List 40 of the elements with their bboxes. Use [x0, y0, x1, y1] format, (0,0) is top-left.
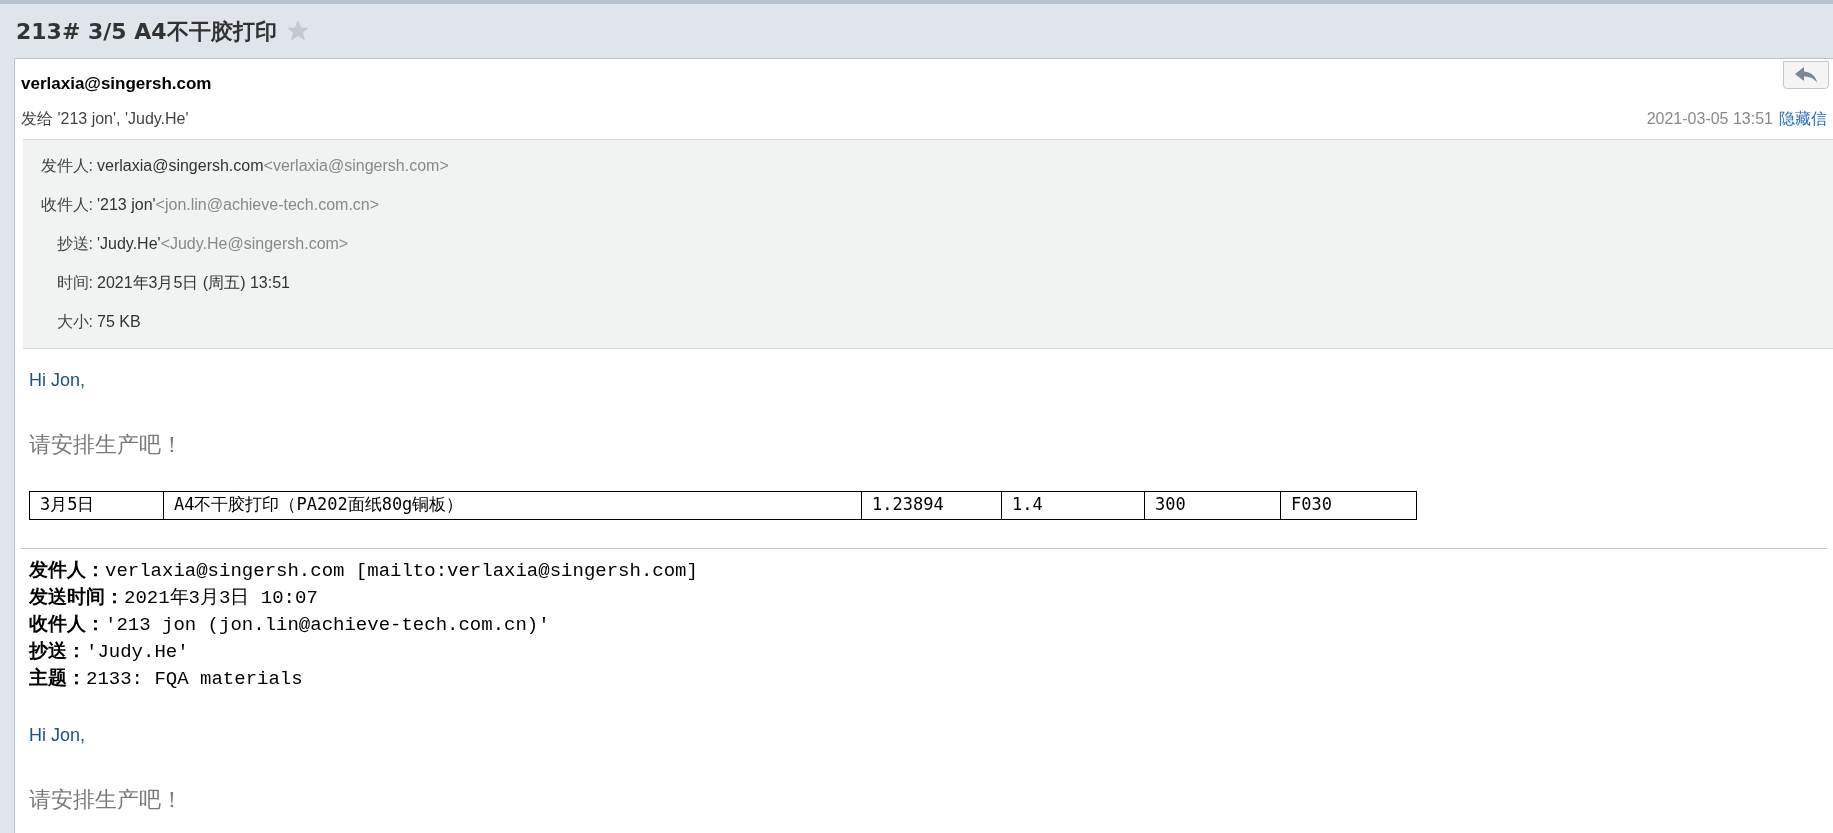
table-cell: F030 — [1280, 491, 1417, 519]
header-label: 发送时间： — [29, 583, 124, 609]
header-value: 2133: FQA materials — [86, 666, 303, 692]
field-value: 'Judy.He' — [97, 233, 161, 254]
request-text: 请安排生产吧！ — [29, 785, 184, 814]
email-address: <verlaxia@singersh.com> — [263, 155, 449, 176]
header-value: '213 jon (jon.lin@achieve-tech.com.cn)' — [105, 612, 550, 638]
field-label: 时间: — [55, 272, 94, 293]
header-label: 抄送： — [29, 637, 86, 663]
greeting-text: Hi Jon, — [29, 723, 87, 747]
field-value: 2021年3月5日 (周五) 13:51 — [97, 272, 290, 293]
reply-button[interactable] — [1783, 61, 1829, 89]
field-value: 75 KB — [97, 311, 141, 332]
recipients-line: 发给 '213 jon', 'Judy.He' — [21, 108, 189, 129]
field-value: verlaxia@singersh.com — [97, 155, 264, 176]
table-cell: 1.23894 — [861, 491, 1002, 519]
header-label: 收件人： — [29, 610, 105, 636]
reply-icon — [1795, 67, 1817, 83]
sender-address: verlaxia@singersh.com — [21, 73, 212, 95]
field-value: '213 jon' — [97, 194, 156, 215]
field-label: 抄送: — [55, 233, 94, 254]
field-label: 收件人: — [39, 194, 94, 215]
sent-date: 2021-03-05 13:51 — [1646, 108, 1773, 129]
field-label: 大小: — [55, 311, 94, 332]
field-label: 发件人: — [39, 155, 94, 176]
table-cell: 3月5日 — [29, 491, 164, 519]
header-label: 发件人： — [29, 556, 105, 582]
header-label: 主题： — [29, 664, 86, 690]
greeting-text: Hi Jon, — [29, 368, 87, 392]
header-value: 'Judy.He' — [86, 639, 189, 665]
hide-details-link[interactable]: 隐藏信 — [1779, 106, 1827, 131]
header-value: 2021年3月3日 10:07 — [124, 585, 318, 611]
email-address: <Judy.He@singersh.com> — [160, 233, 349, 254]
header-value: verlaxia@singersh.com [mailto:verlaxia@singersh.com] — [105, 558, 698, 584]
table-cell: A4不干胶打印（PA202面纸80g铜板） — [163, 491, 862, 519]
request-text: 请安排生产吧！ — [29, 430, 184, 459]
email-address: <jon.lin@achieve-tech.com.cn> — [155, 194, 380, 215]
table-cell: 300 — [1144, 491, 1281, 519]
table-cell: 1.4 — [1001, 491, 1145, 519]
email-subject: 213# 3/5 A4不干胶打印 — [16, 17, 277, 46]
